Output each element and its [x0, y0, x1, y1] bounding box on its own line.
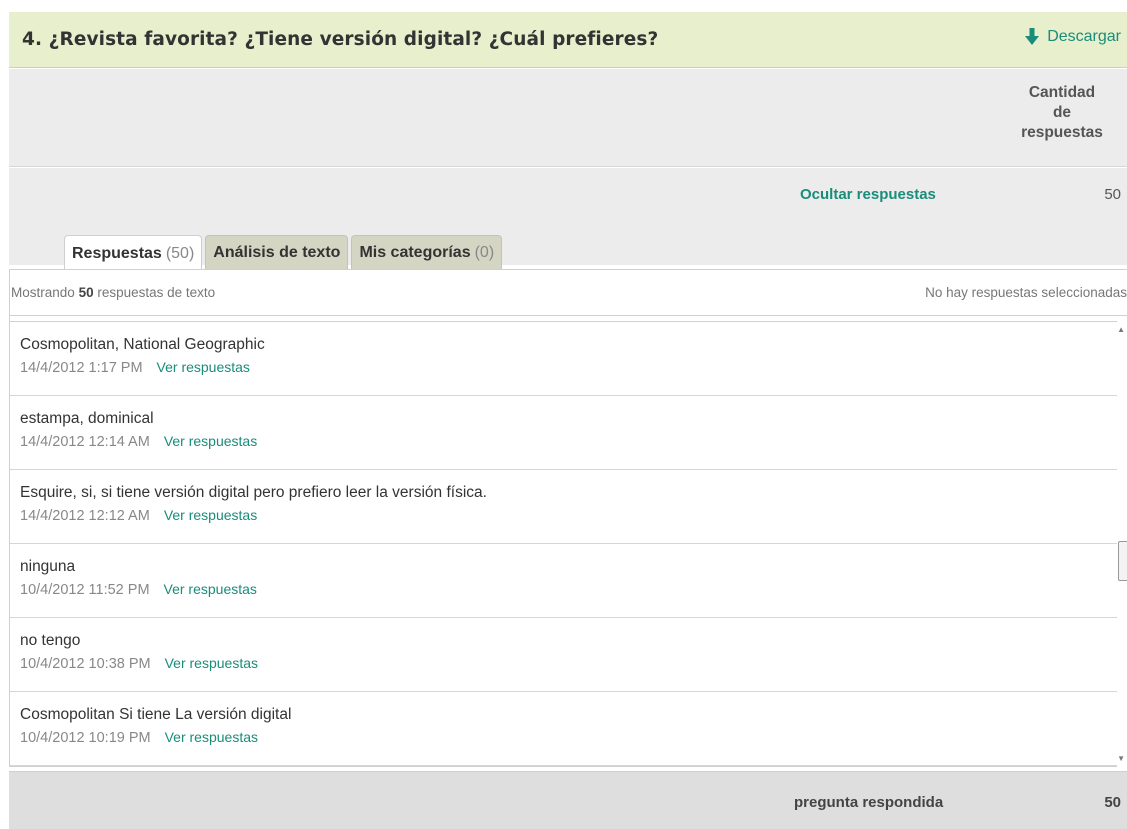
response-date: 14/4/2012 1:17 PM	[20, 360, 143, 376]
selection-status: No hay respuestas seleccionadas	[925, 285, 1127, 300]
response-tabs: Respuestas (50) Análisis de texto Mis ca…	[64, 235, 505, 271]
response-date: 14/4/2012 12:14 AM	[20, 434, 150, 450]
tab-text-analysis[interactable]: Análisis de texto	[205, 235, 349, 269]
response-date: 10/4/2012 10:19 PM	[20, 730, 151, 746]
scroll-down-icon[interactable]: ▼	[1117, 754, 1125, 763]
vertical-scrollbar[interactable]: ▲ ▼	[1117, 321, 1127, 767]
response-text: Cosmopolitan Si tiene La versión digital	[20, 706, 292, 723]
tab-count: (0)	[474, 243, 495, 261]
view-responses-link[interactable]: Ver respuestas	[164, 581, 257, 597]
showing-count-text: Mostrando 50 respuestas de texto	[11, 285, 215, 300]
view-responses-link[interactable]: Ver respuestas	[165, 655, 258, 671]
question-title: 4. ¿Revista favorita? ¿Tiene versión dig…	[22, 29, 659, 50]
view-responses-link[interactable]: Ver respuestas	[165, 729, 258, 745]
arrow-down-icon	[1025, 28, 1040, 45]
response-text: estampa, dominical	[20, 410, 154, 427]
list-item[interactable]: no tengo 10/4/2012 10:38 PM Ver respuesta…	[10, 618, 1117, 692]
tab-label: Análisis de texto	[213, 243, 341, 261]
view-responses-link[interactable]: Ver respuestas	[164, 507, 257, 523]
scroll-up-icon[interactable]: ▲	[1117, 325, 1125, 334]
list-item[interactable]: Cosmopolitan Si tiene La versión digital…	[10, 692, 1117, 766]
answered-count: 50	[1104, 794, 1121, 811]
tab-my-categories[interactable]: Mis categorías (0)	[351, 235, 503, 269]
count-header-line: respuestas	[1021, 124, 1103, 141]
count-header-line: Cantidad	[1028, 84, 1096, 101]
response-text: ninguna	[20, 558, 76, 575]
response-count-header: Cantidad de respuestas	[997, 83, 1127, 143]
response-text: no tengo	[20, 632, 81, 649]
responses-toolbar: Mostrando 50 respuestas de texto No hay …	[10, 270, 1127, 316]
tab-label: Mis categorías	[359, 243, 471, 261]
count-header-line: de	[1052, 104, 1072, 121]
view-responses-link[interactable]: Ver respuestas	[157, 359, 250, 375]
response-text: Esquire, si, si tiene versión digital pe…	[20, 484, 487, 501]
question-header: 4. ¿Revista favorita? ¿Tiene versión dig…	[9, 12, 1127, 68]
answered-label: pregunta respondida	[794, 794, 944, 811]
column-header-row: Cantidad de respuestas	[9, 69, 1127, 167]
response-date: 14/4/2012 12:12 AM	[20, 508, 150, 524]
responses-count: 50	[1104, 186, 1121, 203]
tab-count: (50)	[165, 244, 195, 262]
tab-label: Respuestas	[72, 244, 162, 262]
showing-suffix: respuestas de texto	[97, 285, 216, 300]
scroll-thumb[interactable]	[1118, 541, 1127, 581]
list-item[interactable]: ninguna 10/4/2012 11:52 PM Ver respuestas	[10, 544, 1117, 618]
showing-count: 50	[78, 285, 94, 300]
hide-responses-link[interactable]: Ocultar respuestas	[800, 186, 936, 203]
download-label: Descargar	[1047, 28, 1121, 45]
view-responses-link[interactable]: Ver respuestas	[164, 433, 257, 449]
response-text: Cosmopolitan, National Geographic	[20, 336, 265, 353]
responses-panel: Mostrando 50 respuestas de texto No hay …	[9, 269, 1127, 767]
list-item[interactable]: estampa, dominical 14/4/2012 12:14 AM Ver…	[10, 396, 1117, 470]
list-item[interactable]: Esquire, si, si tiene versión digital pe…	[10, 470, 1117, 544]
list-item[interactable]: Cosmopolitan, National Geographic 14/4/2…	[10, 322, 1117, 396]
footer-row: pregunta respondida 50	[9, 771, 1127, 829]
showing-prefix: Mostrando	[11, 285, 75, 300]
responses-list[interactable]: Cosmopolitan, National Geographic 14/4/2…	[10, 321, 1118, 767]
download-button[interactable]: Descargar	[1025, 28, 1121, 46]
response-date: 10/4/2012 11:52 PM	[20, 582, 150, 598]
tab-responses[interactable]: Respuestas (50)	[64, 235, 203, 271]
response-date: 10/4/2012 10:38 PM	[20, 656, 151, 672]
